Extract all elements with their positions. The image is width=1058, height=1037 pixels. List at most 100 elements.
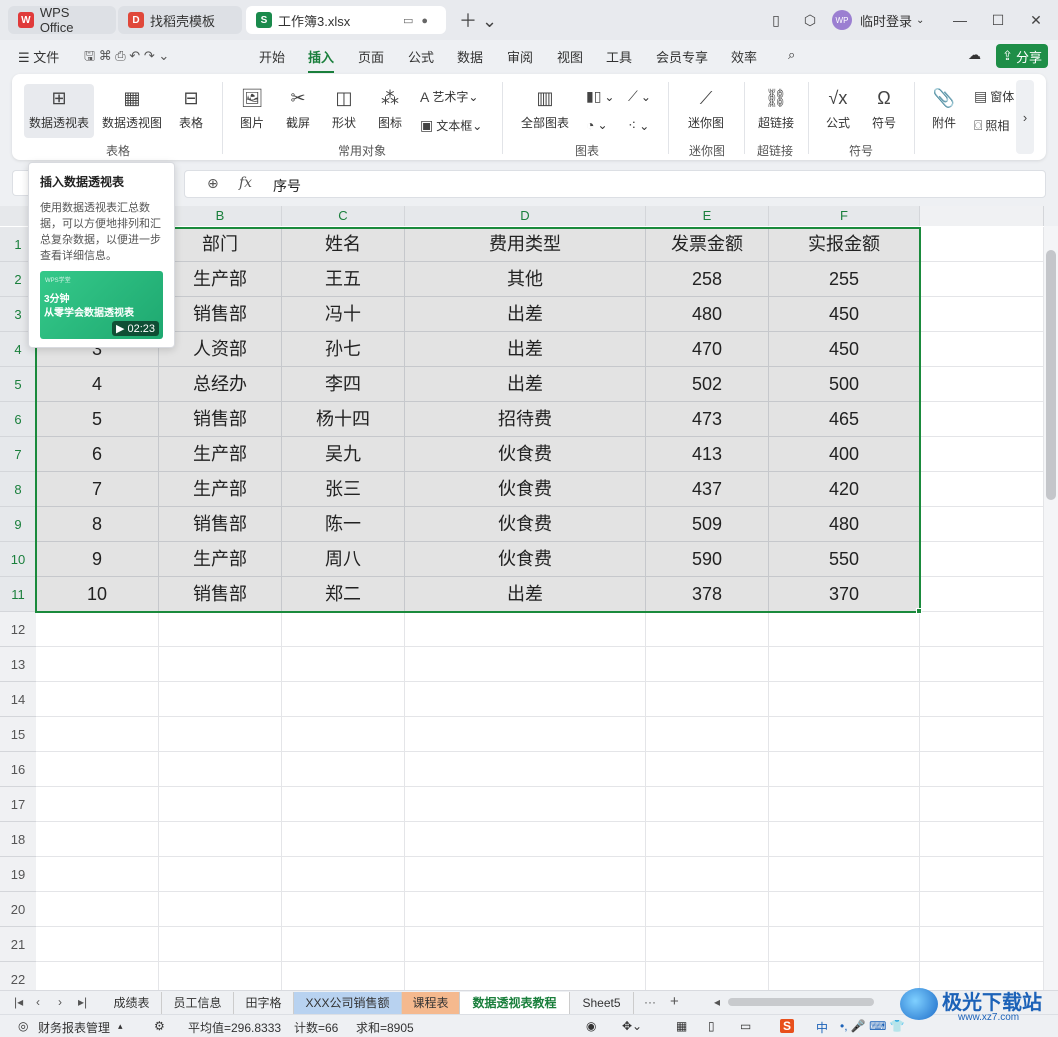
table-cell[interactable] <box>405 962 646 990</box>
fill-handle[interactable] <box>916 608 922 614</box>
formula-button[interactable]: √x 公式 <box>818 86 858 131</box>
next-sheet-icon[interactable]: › <box>58 995 62 1009</box>
table-cell[interactable] <box>769 752 920 787</box>
table-cell[interactable]: 总经办 <box>159 367 282 402</box>
table-cell[interactable]: 258 <box>646 262 769 297</box>
table-cell[interactable]: 销售部 <box>159 507 282 542</box>
table-cell[interactable]: 郑二 <box>282 577 405 612</box>
menu-start[interactable]: 开始 <box>259 47 285 66</box>
table-cell[interactable] <box>920 927 1044 962</box>
reading-view-icon[interactable]: ▭ <box>740 1019 751 1033</box>
table-cell[interactable] <box>282 962 405 990</box>
table-cell[interactable] <box>769 717 920 752</box>
table-cell[interactable] <box>920 367 1044 402</box>
table-cell[interactable]: 370 <box>769 577 920 612</box>
chevron-up-icon[interactable]: ▴ <box>118 1021 123 1032</box>
column-header-e[interactable]: E <box>646 206 769 226</box>
table-cell[interactable]: 7 <box>36 472 159 507</box>
table-cell[interactable] <box>282 822 405 857</box>
login-button[interactable]: WP 临时登录 ⌄ <box>832 9 924 31</box>
table-cell[interactable] <box>36 892 159 927</box>
row-header[interactable]: 9 <box>0 507 36 542</box>
wordart-button[interactable]: A 艺术字 ⌄ <box>420 88 478 105</box>
new-tab-button[interactable]: ＋ ⌄ <box>458 8 498 32</box>
table-cell[interactable]: 伙食费 <box>405 437 646 472</box>
shape-button[interactable]: ◫ 形状 <box>324 86 364 131</box>
table-cell[interactable]: 10 <box>36 577 159 612</box>
prev-sheet-icon[interactable]: ‹ <box>36 995 40 1009</box>
menu-insert[interactable]: 插入 <box>308 47 335 73</box>
table-cell[interactable]: 450 <box>769 297 920 332</box>
table-cell[interactable] <box>282 647 405 682</box>
table-cell[interactable] <box>769 822 920 857</box>
table-cell[interactable]: 销售部 <box>159 577 282 612</box>
line-chart-button[interactable]: ⟋ ⌄ <box>628 88 651 105</box>
table-cell[interactable] <box>646 717 769 752</box>
table-cell[interactable]: 473 <box>646 402 769 437</box>
table-cell[interactable]: 其他 <box>405 262 646 297</box>
scroll-left-icon[interactable]: ◂ <box>714 995 720 1009</box>
table-cell[interactable]: 470 <box>646 332 769 367</box>
scatter-chart-button[interactable]: ⁖ ⌄ <box>628 117 649 134</box>
table-cell[interactable] <box>646 927 769 962</box>
eye-icon[interactable]: ◉ <box>586 1019 596 1033</box>
menu-page[interactable]: 页面 <box>358 47 384 66</box>
table-cell[interactable] <box>646 787 769 822</box>
table-cell[interactable] <box>646 752 769 787</box>
horizontal-scrollbar[interactable] <box>728 998 874 1006</box>
table-cell[interactable]: 550 <box>769 542 920 577</box>
table-cell[interactable] <box>159 857 282 892</box>
hyperlink-button[interactable]: ⛓ 超链接 <box>754 86 798 131</box>
table-cell[interactable]: 费用类型 <box>405 227 646 262</box>
table-cell[interactable] <box>159 682 282 717</box>
sheet-tab-scores[interactable]: 成绩表 <box>102 992 162 1014</box>
minimize-icon[interactable]: — <box>950 8 970 32</box>
file-menu[interactable]: ☰ 文件 <box>18 47 59 66</box>
table-cell[interactable] <box>920 682 1044 717</box>
layout-icon[interactable]: ▯ <box>766 8 786 32</box>
first-sheet-icon[interactable]: |◂ <box>14 995 23 1009</box>
table-cell[interactable]: 招待费 <box>405 402 646 437</box>
last-sheet-icon[interactable]: ▸| <box>78 995 87 1009</box>
table-cell[interactable]: 502 <box>646 367 769 402</box>
table-cell[interactable]: 伙食费 <box>405 542 646 577</box>
table-cell[interactable]: 509 <box>646 507 769 542</box>
table-cell[interactable]: 5 <box>36 402 159 437</box>
table-cell[interactable] <box>159 787 282 822</box>
row-header[interactable]: 5 <box>0 367 36 402</box>
table-cell[interactable] <box>405 682 646 717</box>
sheet-settings-icon[interactable]: ⚙ <box>154 1019 165 1033</box>
row-header[interactable]: 10 <box>0 542 36 577</box>
table-cell[interactable]: 伙食费 <box>405 472 646 507</box>
column-header-f[interactable]: F <box>769 206 920 226</box>
table-cell[interactable] <box>646 962 769 990</box>
table-cell[interactable] <box>405 892 646 927</box>
table-cell[interactable] <box>159 647 282 682</box>
page-view-icon[interactable]: ▯ <box>708 1019 715 1033</box>
table-cell[interactable] <box>36 647 159 682</box>
table-cell[interactable]: 人资部 <box>159 332 282 367</box>
table-cell[interactable] <box>769 857 920 892</box>
row-header[interactable]: 8 <box>0 472 36 507</box>
name-box[interactable] <box>12 170 28 196</box>
menu-review[interactable]: 审阅 <box>507 47 533 66</box>
ime-mode[interactable]: 中 <box>816 1019 828 1036</box>
table-cell[interactable] <box>282 752 405 787</box>
camera-button[interactable]: ⌼ 照相 <box>974 117 1009 134</box>
menu-member[interactable]: 会员专享 <box>656 47 708 66</box>
table-cell[interactable] <box>36 822 159 857</box>
table-cell[interactable]: 发票金额 <box>646 227 769 262</box>
table-cell[interactable]: 销售部 <box>159 297 282 332</box>
table-cell[interactable]: 实报金额 <box>769 227 920 262</box>
table-cell[interactable]: 378 <box>646 577 769 612</box>
table-cell[interactable]: 480 <box>769 507 920 542</box>
sheet-tab-courses[interactable]: 课程表 <box>402 992 460 1014</box>
table-cell[interactable] <box>159 927 282 962</box>
table-cell[interactable] <box>769 612 920 647</box>
formula-bar[interactable]: ⊕ fx 序号 <box>184 170 1046 198</box>
table-cell[interactable] <box>36 787 159 822</box>
table-cell[interactable] <box>646 647 769 682</box>
row-header[interactable]: 7 <box>0 437 36 472</box>
table-cell[interactable]: 出差 <box>405 367 646 402</box>
table-cell[interactable] <box>405 927 646 962</box>
